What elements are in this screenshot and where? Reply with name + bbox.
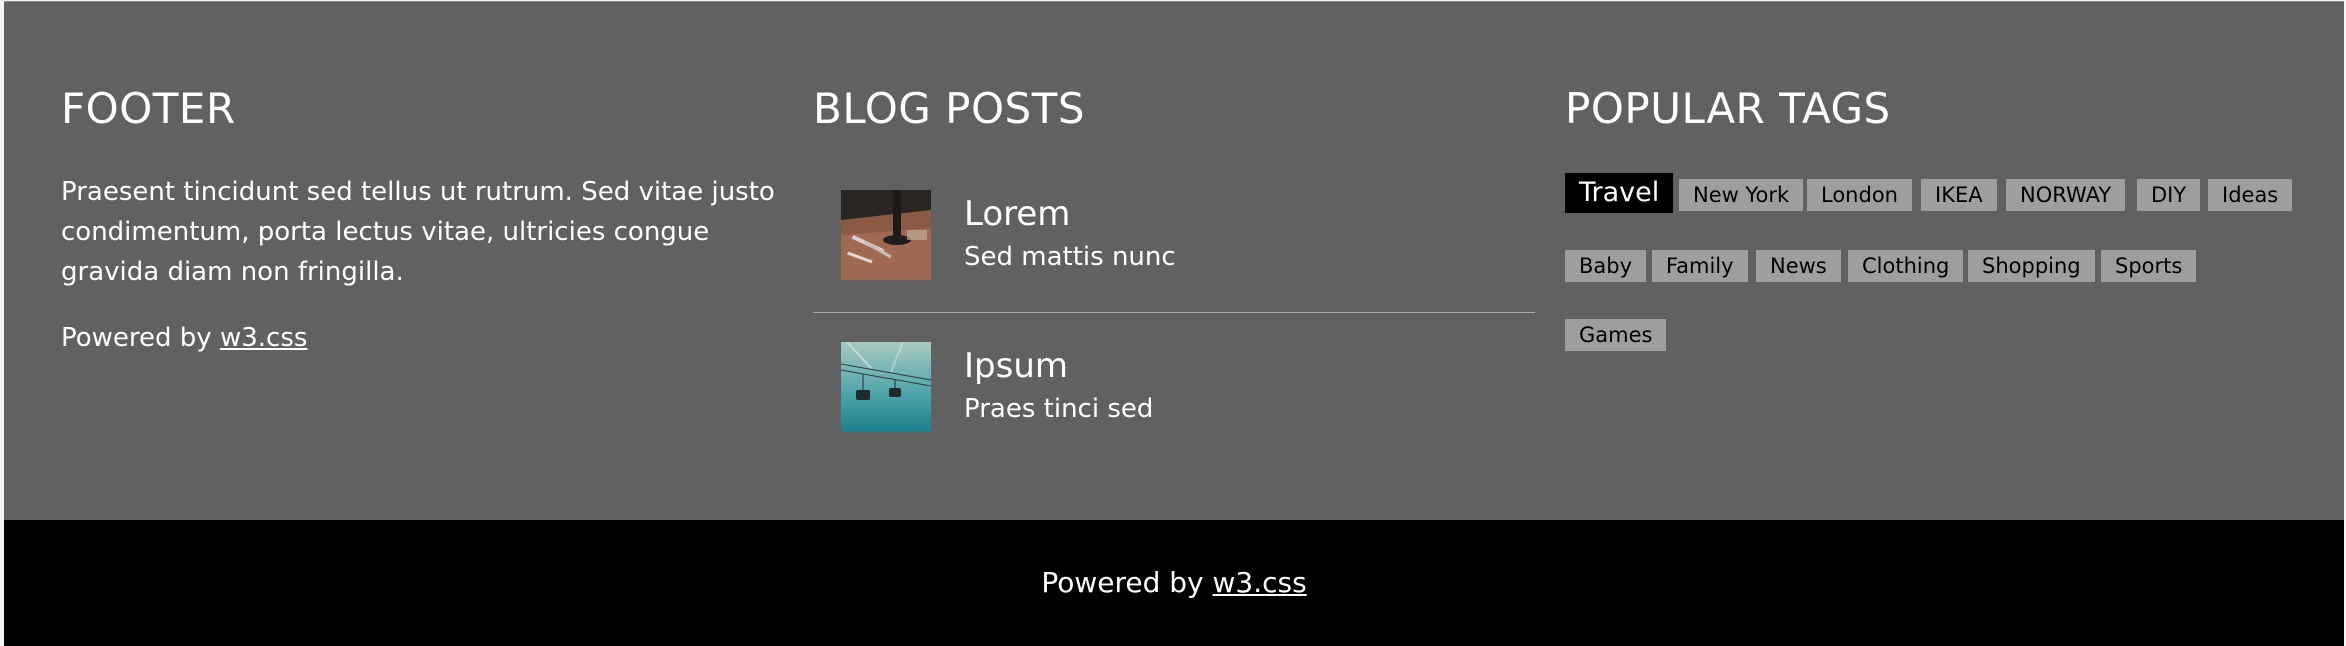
blog-post-item[interactable]: Ipsum Praes tinci sed <box>813 328 1535 458</box>
footer-description: Praesent tincidunt sed tellus ut rutrum.… <box>61 177 775 287</box>
tag-baby[interactable]: Baby <box>1565 250 1647 282</box>
tag-games[interactable]: Games <box>1565 319 1667 351</box>
powered-by-label: Powered by <box>1041 566 1213 599</box>
powered-by-label: Powered by <box>61 323 220 353</box>
tag-diy[interactable]: DIY <box>2137 179 2201 211</box>
tag-new-york[interactable]: New York <box>1679 179 1804 211</box>
tag-shopping[interactable]: Shopping <box>1968 250 2095 282</box>
blog-post-item[interactable]: Lorem Sed mattis nunc <box>813 172 1535 313</box>
footer-heading: FOOTER <box>61 84 236 133</box>
tag-london[interactable]: London <box>1807 179 1912 211</box>
blog-post-title: Lorem <box>964 194 1071 234</box>
blog-post-subtitle: Sed mattis nunc <box>964 242 1176 272</box>
tag-ideas[interactable]: Ideas <box>2208 179 2293 211</box>
tag-sports[interactable]: Sports <box>2101 250 2197 282</box>
workbench-photo-image <box>841 190 931 280</box>
tag-travel[interactable]: Travel <box>1565 173 1674 213</box>
tag-ikea[interactable]: IKEA <box>1921 179 1997 211</box>
footer-section: FOOTER Praesent tincidunt sed tellus ut … <box>4 2 2344 520</box>
gondola-photo-image <box>841 342 931 432</box>
bottom-bar: Powered by w3.css <box>4 520 2344 646</box>
popular-tags-heading: POPULAR TAGS <box>1565 84 1891 133</box>
tag-clothing[interactable]: Clothing <box>1848 250 1964 282</box>
blog-posts-heading: BLOG POSTS <box>813 84 1086 133</box>
tag-norway[interactable]: NORWAY <box>2006 179 2126 211</box>
footer-powered-by: Powered by w3.css <box>61 318 307 358</box>
tag-family[interactable]: Family <box>1652 250 1748 282</box>
blog-post-title: Ipsum <box>964 346 1068 386</box>
bottom-powered-by: Powered by w3.css <box>4 563 2344 603</box>
tag-news[interactable]: News <box>1756 250 1841 282</box>
blog-post-subtitle: Praes tinci sed <box>964 394 1154 424</box>
workbench-photo-thumbnail[interactable] <box>841 190 931 280</box>
gondola-photo-thumbnail[interactable] <box>841 342 931 432</box>
w3css-link[interactable]: w3.css <box>220 323 307 353</box>
w3css-link[interactable]: w3.css <box>1213 566 1307 599</box>
page-frame: FOOTER Praesent tincidunt sed tellus ut … <box>4 1 2344 646</box>
